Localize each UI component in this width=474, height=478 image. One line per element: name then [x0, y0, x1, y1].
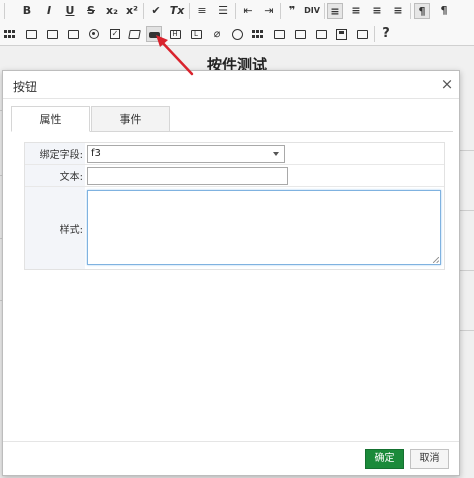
image-button-icon[interactable] [271, 26, 287, 42]
underline-icon[interactable]: U [62, 3, 78, 19]
format-painter-icon[interactable]: ✔ [148, 3, 164, 19]
align-left-icon[interactable]: ≡ [327, 3, 343, 19]
bold-icon[interactable]: B [19, 3, 35, 19]
italic-icon[interactable]: I [41, 3, 57, 19]
dialog-title: 按钮 [13, 80, 38, 94]
table-icon[interactable] [2, 26, 18, 42]
ltr-icon[interactable]: ¶ [414, 3, 430, 19]
form-row-style: 样式: [25, 187, 444, 269]
tab-properties[interactable]: 属性 [11, 106, 90, 132]
toolbar-separator [4, 3, 5, 19]
toolbar-separator [143, 3, 144, 19]
signature-icon[interactable] [292, 26, 308, 42]
text-label: 文本: [25, 165, 85, 186]
style-textarea[interactable] [87, 190, 441, 265]
form-row-bind-field: 绑定字段: f3 [25, 143, 444, 165]
properties-form: 绑定字段: f3 文本: 样式: [24, 142, 445, 270]
page-rule [460, 330, 474, 331]
chevron-down-icon [273, 152, 279, 156]
data-control-icon[interactable] [313, 26, 329, 42]
ok-button[interactable]: 确定 [365, 449, 404, 469]
grid-control-icon[interactable] [250, 26, 266, 42]
help-icon[interactable]: ? [378, 26, 394, 42]
align-right-icon[interactable]: ≡ [369, 3, 385, 19]
toolbar-separator [410, 3, 411, 19]
bulleted-list-icon[interactable]: ☰ [215, 3, 231, 19]
form-icon[interactable] [23, 26, 39, 42]
page-rule [460, 270, 474, 271]
div-container-icon[interactable]: DIV [302, 3, 322, 19]
tab-events[interactable]: 事件 [91, 106, 170, 132]
toolbar-separator [324, 3, 325, 19]
toolbar-separator [280, 3, 281, 19]
page-rule [460, 150, 474, 151]
select-dropdown-icon[interactable] [65, 26, 81, 42]
toolbar-separator [189, 3, 190, 19]
text-input[interactable] [87, 167, 288, 185]
rtl-icon[interactable]: ¶ [436, 3, 452, 19]
justify-icon[interactable]: ≡ [390, 3, 406, 19]
superscript-icon[interactable]: x² [124, 3, 140, 19]
textarea-icon[interactable] [126, 26, 142, 42]
button-dialog: 按钮 × 属性 事件 绑定字段: f3 文本: 样式: 确定 取消 [2, 70, 460, 476]
form-row-text: 文本: [25, 165, 444, 187]
subscript-icon[interactable]: x₂ [104, 3, 120, 19]
checkbox-icon[interactable]: ✓ [107, 26, 123, 42]
attachment-icon[interactable]: ⌀ [209, 26, 225, 42]
blockquote-icon[interactable]: ❞ [284, 3, 300, 19]
style-label: 样式: [25, 187, 85, 269]
dialog-header: 按钮 × [3, 71, 459, 99]
page-rule [460, 210, 474, 211]
toolbar-separator [374, 26, 375, 42]
annotation-arrow [156, 35, 194, 76]
resize-grip-icon[interactable] [433, 257, 439, 263]
toolbar-row-formatting: B I U S x₂ x² ✔ Tx ≡ ☰ ⇤ ⇥ ❞ DIV ≡ ≡ ≡ ≡… [0, 0, 474, 22]
bind-field-value: f3 [91, 148, 101, 159]
align-center-icon[interactable]: ≡ [348, 3, 364, 19]
strikethrough-icon[interactable]: S [83, 3, 99, 19]
bind-field-label: 绑定字段: [25, 143, 85, 164]
increase-indent-icon[interactable]: ⇥ [261, 3, 277, 19]
time-icon[interactable] [229, 26, 245, 42]
dialog-footer: 确定 取消 [3, 441, 459, 475]
remove-format-icon[interactable]: Tx [169, 3, 185, 19]
save-icon[interactable] [333, 26, 349, 42]
numbered-list-icon[interactable]: ≡ [194, 3, 210, 19]
bind-field-select[interactable]: f3 [87, 145, 285, 163]
cancel-button[interactable]: 取消 [410, 449, 449, 469]
close-icon[interactable]: × [439, 76, 455, 92]
layout-icon[interactable] [354, 26, 370, 42]
toolbar-row-controls: ✓ H L ⌀ ? [0, 23, 474, 45]
toolbar-separator [235, 3, 236, 19]
select-icon[interactable] [44, 26, 60, 42]
dialog-tabs: 属性 事件 [11, 106, 453, 132]
radio-icon[interactable] [86, 26, 102, 42]
decrease-indent-icon[interactable]: ⇤ [240, 3, 256, 19]
editor-toolbar: B I U S x₂ x² ✔ Tx ≡ ☰ ⇤ ⇥ ❞ DIV ≡ ≡ ≡ ≡… [0, 0, 474, 46]
